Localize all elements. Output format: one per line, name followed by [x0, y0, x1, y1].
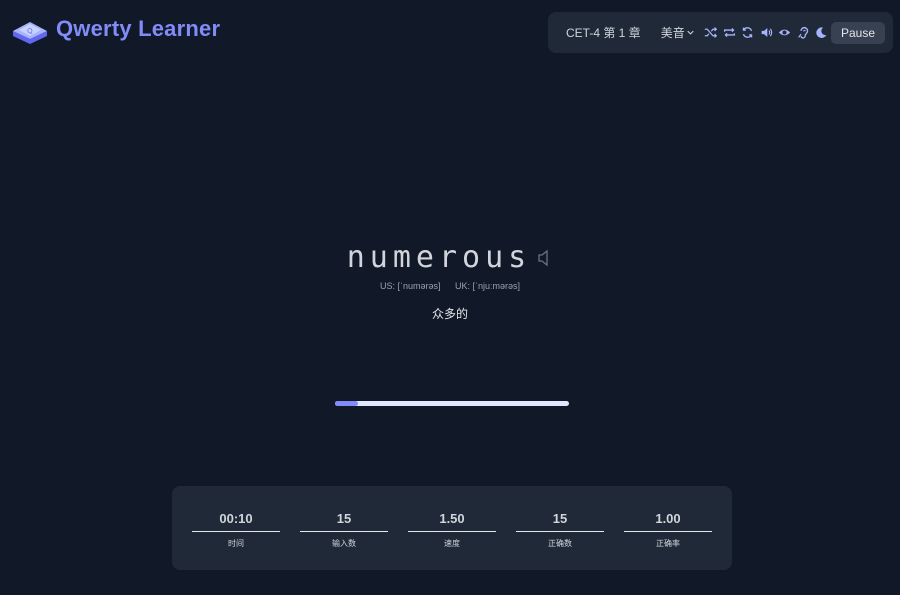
eye-button[interactable] [776, 23, 794, 43]
stat-value: 1.00 [624, 511, 712, 532]
stat-correct-count: 15 正确数 [516, 486, 604, 570]
toolbar: CET-4 第 1 章 美音 Pause [548, 12, 893, 53]
progress-fill [335, 401, 359, 406]
stat-value: 00:10 [192, 511, 280, 532]
stat-value: 15 [516, 511, 604, 532]
keycap-logo-icon: Q [13, 22, 47, 44]
us-phonetic: US: [ˈnumərəs] [379, 281, 441, 291]
stat-label: 输入数 [332, 539, 356, 548]
stat-speed: 1.50 速度 [408, 486, 496, 570]
chapter-progress-bar [335, 401, 569, 406]
dark-mode-button[interactable] [813, 23, 831, 43]
uk-phonetic: UK: [ˈnjuːmərəs] [455, 281, 521, 291]
stat-label: 正确率 [656, 539, 680, 548]
ear-icon [797, 27, 809, 39]
translation: 众多的 [431, 307, 468, 321]
app-logo[interactable]: Q Qwerty Learner [10, 12, 220, 46]
accent-label: 美音 [660, 26, 685, 40]
accent-selector[interactable]: 美音 [661, 24, 694, 41]
stat-label: 时间 [228, 539, 244, 548]
shuffle-button[interactable] [702, 23, 720, 43]
ear-button[interactable] [794, 23, 812, 43]
stat-value: 1.50 [408, 511, 496, 532]
refresh-icon [743, 27, 753, 38]
stat-label: 正确数 [548, 539, 572, 548]
app-title: Qwerty Learner [56, 16, 221, 41]
stat-label: 速度 [444, 539, 460, 548]
loop-button[interactable] [720, 23, 738, 43]
shuffle-icon [705, 27, 718, 38]
loop-icon [723, 27, 735, 38]
volume-icon [761, 28, 773, 37]
volume-button[interactable] [757, 23, 775, 43]
stat-accuracy: 1.00 正确率 [624, 486, 712, 570]
chevron-down-icon [687, 30, 694, 35]
speaker-icon[interactable] [537, 248, 553, 268]
stat-time: 00:10 时间 [192, 486, 280, 570]
stat-value: 15 [300, 511, 388, 532]
stat-input-count: 15 输入数 [300, 486, 388, 570]
eye-icon [779, 29, 791, 36]
dictionary-chapter-selector[interactable]: CET-4 第 1 章 [566, 24, 641, 41]
moon-icon [816, 27, 827, 38]
refresh-button[interactable] [739, 23, 757, 43]
pause-button[interactable]: Pause [830, 21, 886, 44]
phonetics: US: [ˈnumərəs] UK: [ˈnjuːmərəs] [0, 281, 900, 291]
target-word: numerous [346, 240, 532, 275]
stats-panel: 00:10 时间 15 输入数 1.50 速度 15 正确数 1.00 正确率 [172, 486, 732, 570]
word-panel: numerous US: [ˈnumərəs] UK: [ˈnjuːmərəs]… [0, 240, 900, 322]
